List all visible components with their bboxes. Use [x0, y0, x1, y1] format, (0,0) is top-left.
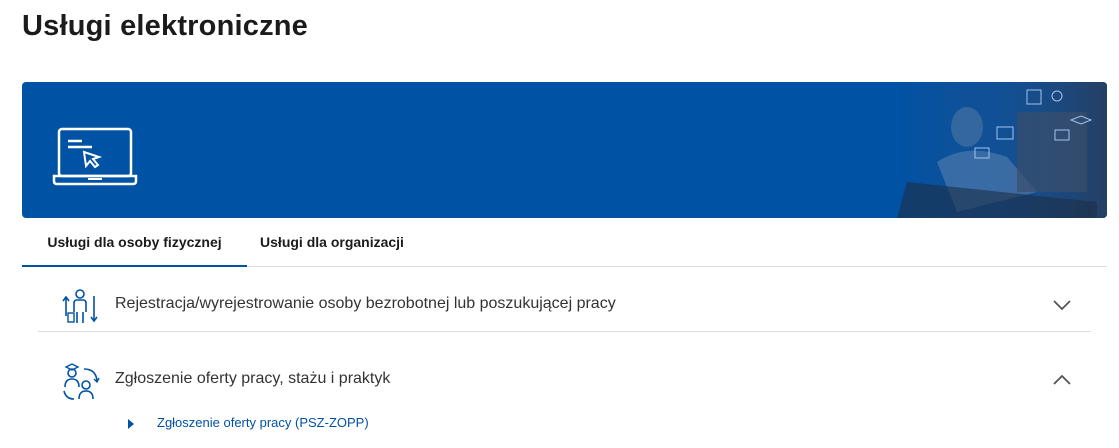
person-register-icon	[62, 289, 98, 323]
tab-individual[interactable]: Usługi dla osoby fizycznej	[22, 218, 247, 267]
services-banner	[22, 82, 1107, 218]
accordion-item-job-offer[interactable]: Zgłoszenie oferty pracy, stażu i praktyk	[38, 352, 1091, 408]
services-tabs: Usługi dla osoby fizycznej Usługi dla or…	[22, 218, 1107, 267]
chevron-up-icon[interactable]	[1053, 374, 1071, 386]
tab-organization[interactable]: Usługi dla organizacji	[247, 218, 417, 266]
chevron-down-icon[interactable]	[1053, 299, 1071, 311]
accordion-label: Rejestracja/wyrejestrowanie osoby bezrob…	[115, 295, 616, 312]
caret-right-icon	[128, 419, 134, 429]
accordion-item-registration[interactable]: Rejestracja/wyrejestrowanie osoby bezrob…	[38, 277, 1091, 332]
service-link-label: Zgłoszenie oferty pracy (PSZ-ZOPP)	[157, 415, 369, 430]
job-offer-people-icon	[63, 363, 100, 400]
banner-photo	[897, 82, 1107, 218]
laptop-cursor-icon	[52, 127, 138, 186]
page-title: Usługi elektroniczne	[22, 10, 309, 42]
accordion-label: Zgłoszenie oferty pracy, stażu i praktyk	[115, 370, 391, 387]
